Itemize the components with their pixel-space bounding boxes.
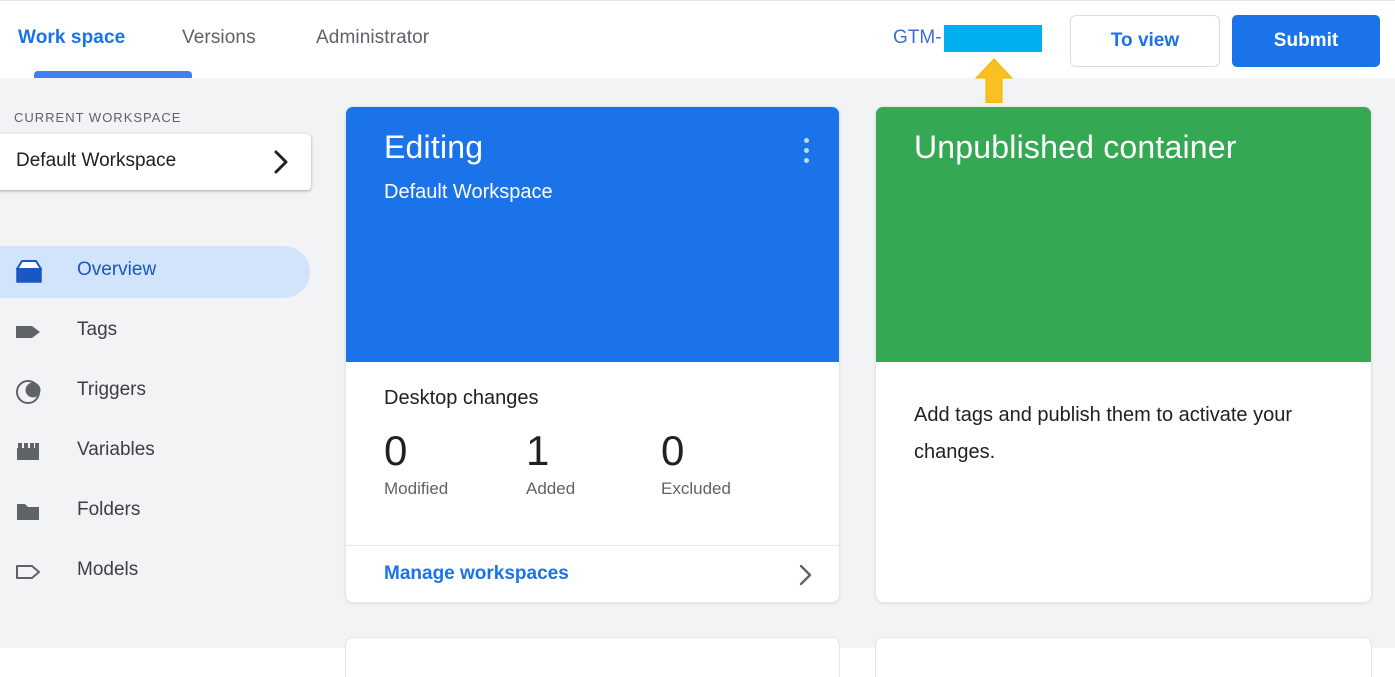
trigger-circle-icon — [16, 380, 41, 404]
sidebar-item-tags[interactable]: Tags — [0, 306, 310, 358]
tag-filled-icon — [16, 326, 40, 338]
container-id-prefix: GTM- — [893, 27, 942, 48]
editing-card-subtitle: Default Workspace — [384, 181, 553, 203]
sidebar-item-label: Tags — [77, 319, 118, 340]
container-card-hero: Unpublished container — [876, 107, 1371, 362]
page-body: CURRENT WORKSPACE Default Workspace Over… — [0, 78, 1395, 677]
editing-workspace-card: Editing Default Workspace Desktop change… — [345, 106, 840, 603]
workspace-selector-label: Default Workspace — [16, 150, 177, 171]
container-id-redaction-block — [944, 25, 1042, 52]
overview-box-icon — [16, 260, 42, 283]
sidebar-item-label: Overview — [77, 259, 157, 280]
desktop-changes-label: Desktop changes — [384, 387, 539, 409]
editing-card-hero: Editing Default Workspace — [346, 107, 839, 362]
variable-brick-icon — [17, 443, 39, 460]
sidebar-item-triggers[interactable]: Triggers — [0, 366, 310, 418]
submit-button[interactable]: Submit — [1232, 15, 1380, 67]
container-id-label[interactable]: GTM- — [893, 27, 942, 49]
container-card-title: Unpublished container — [914, 129, 1237, 165]
sidebar-section-heading: CURRENT WORKSPACE — [14, 110, 182, 125]
sidebar-item-models[interactable]: Models — [0, 546, 310, 598]
stat-label: Added — [526, 479, 576, 498]
sidebar-item-label: Folders — [77, 499, 141, 520]
stat-label: Modified — [384, 479, 449, 498]
tab-work-space[interactable]: Work space — [18, 27, 125, 49]
stat-value: 0 — [384, 427, 408, 474]
workspace-selector[interactable]: Default Workspace — [0, 134, 311, 190]
tag-outline-icon — [16, 565, 40, 579]
sidebar-item-variables[interactable]: Variables — [0, 426, 310, 478]
partial-card-left — [345, 637, 840, 677]
stat-label: Excluded — [661, 479, 731, 498]
active-tab-indicator — [34, 71, 192, 78]
partial-card-right — [875, 637, 1372, 677]
stat-added: 1 Added — [526, 425, 575, 499]
sidebar-item-label: Variables — [77, 439, 155, 460]
manage-workspaces-row[interactable]: Manage workspaces — [346, 546, 839, 602]
folder-icon — [17, 504, 39, 520]
chevron-right-icon — [799, 564, 812, 586]
stat-excluded: 0 Excluded — [661, 425, 731, 499]
tab-administrator[interactable]: Administrator — [316, 27, 429, 49]
editing-card-title: Editing — [384, 129, 484, 165]
stat-modified: 0 Modified — [384, 425, 448, 499]
tab-versions[interactable]: Versions — [182, 27, 256, 49]
sidebar-item-label: Models — [77, 559, 139, 580]
to-view-button[interactable]: To view — [1070, 15, 1220, 67]
chevron-right-icon — [274, 150, 288, 174]
top-navigation-bar: Work space Versions Administrator GTM- T… — [0, 0, 1395, 103]
stat-value: 1 — [526, 427, 550, 474]
sidebar: CURRENT WORKSPACE Default Workspace Over… — [0, 78, 330, 648]
sidebar-item-label: Triggers — [77, 379, 146, 400]
manage-workspaces-link[interactable]: Manage workspaces — [384, 563, 569, 585]
stat-value: 0 — [661, 427, 685, 474]
sidebar-item-overview[interactable]: Overview — [0, 246, 310, 298]
sidebar-item-folders[interactable]: Folders — [0, 486, 310, 538]
more-vertical-icon[interactable] — [795, 138, 817, 164]
cards-area: Editing Default Workspace Desktop change… — [330, 78, 1395, 677]
unpublished-container-card: Unpublished container Add tags and publi… — [875, 106, 1372, 603]
container-card-body-text: Add tags and publish them to activate yo… — [914, 404, 1293, 463]
